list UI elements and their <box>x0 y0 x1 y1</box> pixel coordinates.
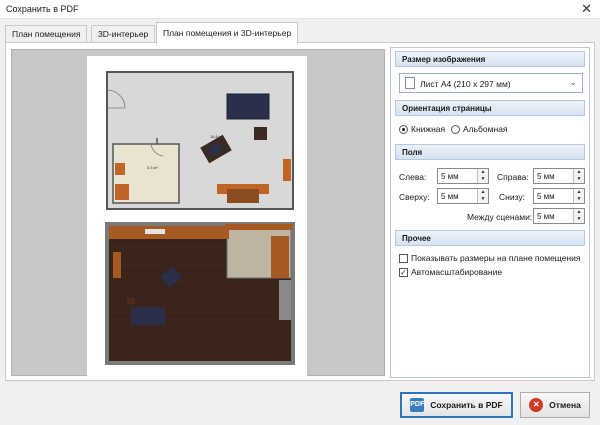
title-bar: Сохранить в PDF ✕ <box>0 0 600 19</box>
autoscale-label: Автомасштабирование <box>411 267 503 277</box>
margin-between-spinner[interactable]: 5 мм ▲ ▼ <box>533 208 585 224</box>
tab-plan-and-3d[interactable]: План помещения и 3D-интерьер <box>156 22 299 44</box>
spinner-arrows-icon[interactable]: ▲ ▼ <box>477 189 488 203</box>
interior-3d-render <box>105 222 295 365</box>
margin-left-label: Слева: <box>399 172 427 182</box>
image-size-dropdown[interactable]: Лист A4 (210 x 297 мм) ⌄ <box>399 73 583 93</box>
page-preview-drawing: 5.5 м² 16.8 м² <box>105 71 295 365</box>
margin-right-label: Справа: <box>497 172 529 182</box>
cancel-label: Отмена <box>549 400 581 410</box>
show-sizes-label: Показывать размеры на плане помещения <box>411 253 581 263</box>
chevron-down-icon: ⌄ <box>569 77 577 87</box>
margin-top-value: 5 мм <box>441 192 459 201</box>
tab-content: 5.5 м² 16.8 м² Размер изображения Лист A… <box>5 42 595 381</box>
margin-between-label: Между сценами: <box>467 212 533 222</box>
floor-plan-2d: 5.5 м² 16.8 м² <box>106 71 294 210</box>
cancel-button[interactable]: ✕ Отмена <box>520 392 590 418</box>
save-pdf-button[interactable]: PDF Сохранить в PDF <box>400 392 513 418</box>
portrait-label: Книжная <box>411 124 446 134</box>
main-room-area-label: 16.8 м² <box>210 134 224 139</box>
margin-left-value: 5 мм <box>441 172 459 181</box>
autoscale-option[interactable]: ✓ Автомасштабирование <box>399 266 502 278</box>
landscape-radio[interactable] <box>451 124 460 134</box>
pdf-icon: PDF <box>410 398 425 412</box>
margins-header: Поля <box>395 144 585 160</box>
margin-left-spinner[interactable]: 5 мм ▲ ▼ <box>437 168 489 184</box>
orientation-portrait[interactable]: Книжная <box>399 122 445 136</box>
margin-between-value: 5 мм <box>537 212 555 221</box>
spinner-arrows-icon[interactable]: ▲ ▼ <box>573 169 584 183</box>
image-size-value: Лист A4 (210 x 297 мм) <box>420 79 511 89</box>
print-preview-area: 5.5 м² 16.8 м² <box>11 49 385 376</box>
document-icon <box>405 77 415 89</box>
image-size-header: Размер изображения <box>395 51 585 67</box>
margin-bottom-spinner[interactable]: 5 мм ▲ ▼ <box>533 188 585 204</box>
margin-bottom-value: 5 мм <box>537 192 555 201</box>
other-header: Прочее <box>395 230 585 246</box>
margin-right-spinner[interactable]: 5 мм ▲ ▼ <box>533 168 585 184</box>
margin-right-value: 5 мм <box>537 172 555 181</box>
spinner-arrows-icon[interactable]: ▲ ▼ <box>573 209 584 223</box>
tab-floor-plan[interactable]: План помещения <box>5 25 88 43</box>
save-pdf-label: Сохранить в PDF <box>430 400 503 410</box>
settings-panel: Размер изображения Лист A4 (210 x 297 мм… <box>390 47 590 378</box>
orientation-header: Ориентация страницы <box>395 100 585 116</box>
show-sizes-checkbox[interactable] <box>399 253 408 263</box>
cancel-icon: ✕ <box>529 398 544 412</box>
preview-page: 5.5 м² 16.8 м² <box>87 56 307 376</box>
margin-bottom-label: Снизу: <box>499 192 525 202</box>
margin-top-label: Сверху: <box>399 192 430 202</box>
spinner-arrows-icon[interactable]: ▲ ▼ <box>477 169 488 183</box>
margin-top-spinner[interactable]: 5 мм ▲ ▼ <box>437 188 489 204</box>
window-title: Сохранить в PDF <box>6 4 79 14</box>
orientation-landscape[interactable]: Альбомная <box>451 122 508 136</box>
portrait-radio[interactable] <box>399 124 408 134</box>
tab-3d-interior[interactable]: 3D-интерьер <box>91 25 156 43</box>
autoscale-checkbox[interactable]: ✓ <box>399 267 408 277</box>
show-sizes-option[interactable]: Показывать размеры на плане помещения <box>399 252 580 264</box>
spinner-arrows-icon[interactable]: ▲ ▼ <box>573 189 584 203</box>
small-room-area-label: 5.5 м² <box>147 165 158 170</box>
close-icon[interactable]: ✕ <box>581 1 592 17</box>
landscape-label: Альбомная <box>463 124 508 134</box>
